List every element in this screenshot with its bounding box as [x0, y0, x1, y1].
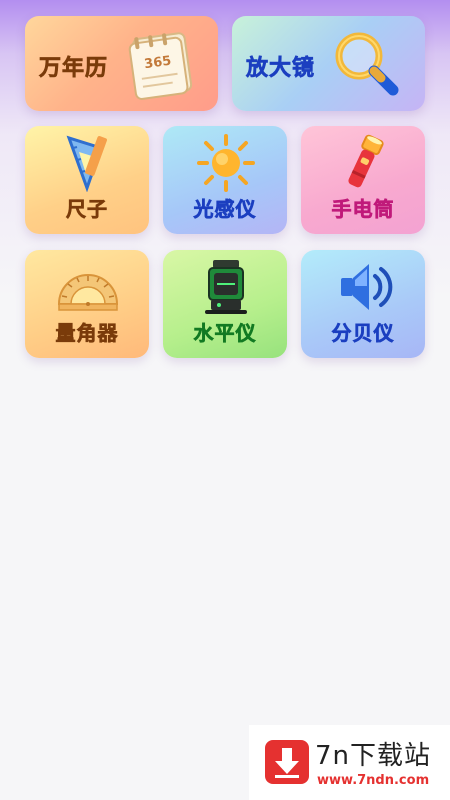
ruler-label: 尺子	[66, 197, 108, 222]
site-watermark: 7n下载站 www.7ndn.com	[249, 725, 450, 800]
calendar-icon: 365	[128, 32, 193, 100]
light-sensor-label: 光感仪	[193, 197, 257, 222]
watermark-title: 7n下载站	[315, 741, 432, 771]
watermark-url: www.7ndn.com	[317, 773, 430, 788]
decibel-meter-tool-tile[interactable]: 分贝仪	[301, 250, 425, 358]
decibel-meter-label: 分贝仪	[331, 321, 395, 346]
download-logo-icon	[265, 740, 309, 784]
calendar-tool-tile[interactable]: 万年历 365	[25, 16, 218, 111]
protractor-icon	[57, 274, 119, 311]
ruler-tool-tile[interactable]: 尺子	[25, 126, 149, 234]
speaker-icon	[341, 264, 393, 310]
calendar-label: 万年历	[39, 56, 109, 82]
laser-level-icon	[205, 260, 247, 314]
magnifier-label: 放大镜	[246, 56, 316, 82]
ruler-icon	[66, 135, 107, 192]
protractor-tool-tile[interactable]: 量角器	[25, 250, 149, 358]
sun-icon	[197, 134, 255, 192]
magnifier-icon	[335, 32, 399, 96]
spirit-level-tool-tile[interactable]: 水平仪	[163, 250, 287, 358]
flashlight-tool-tile[interactable]: 手电筒	[301, 126, 425, 234]
protractor-label: 量角器	[55, 321, 119, 346]
flashlight-icon	[348, 134, 384, 188]
light-sensor-tool-tile[interactable]: 光感仪	[163, 126, 287, 234]
magnifier-tool-tile[interactable]: 放大镜	[232, 16, 425, 111]
spirit-level-label: 水平仪	[193, 321, 257, 346]
flashlight-label: 手电筒	[331, 197, 395, 222]
